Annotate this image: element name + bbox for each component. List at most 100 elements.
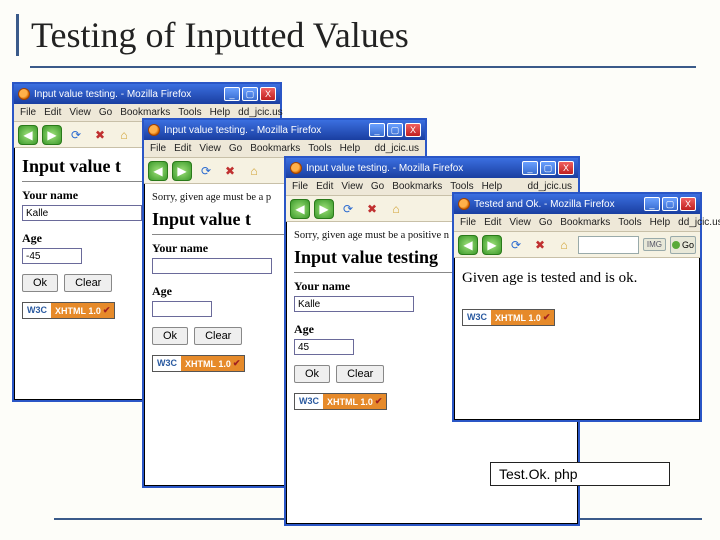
w3c-badge[interactable]: W3C XHTML 1.0 ✔: [22, 302, 115, 319]
ok-button[interactable]: Ok: [294, 365, 330, 383]
menu-bookmarks[interactable]: Bookmarks: [120, 107, 170, 118]
menu-bookmarks[interactable]: Bookmarks: [560, 217, 610, 228]
stop-button[interactable]: ✖: [362, 199, 382, 219]
menu-help[interactable]: Help: [210, 107, 231, 118]
go-button[interactable]: Go: [670, 236, 696, 254]
menu-edit[interactable]: Edit: [174, 143, 191, 154]
minimize-button[interactable]: _: [224, 87, 240, 101]
forward-button[interactable]: ▶: [314, 199, 334, 219]
w3c-badge-left: W3C: [463, 310, 491, 325]
menu-file[interactable]: File: [292, 181, 308, 192]
back-button[interactable]: ◀: [458, 235, 478, 255]
menu-view[interactable]: View: [341, 181, 363, 192]
ok-button[interactable]: Ok: [152, 327, 188, 345]
menu-help[interactable]: Help: [650, 217, 671, 228]
menu-go[interactable]: Go: [99, 107, 112, 118]
home-button[interactable]: ⌂: [554, 235, 574, 255]
stop-button[interactable]: ✖: [90, 125, 110, 145]
menu-go[interactable]: Go: [539, 217, 552, 228]
menu-file[interactable]: File: [20, 107, 36, 118]
window-title: Input value testing. - Mozilla Firefox: [34, 89, 191, 100]
ok-button[interactable]: Ok: [22, 274, 58, 292]
window-title: Input value testing. - Mozilla Firefox: [164, 125, 321, 136]
maximize-button[interactable]: ▢: [662, 197, 678, 211]
menu-file[interactable]: File: [460, 217, 476, 228]
img-pill[interactable]: IMG: [643, 238, 666, 251]
forward-button[interactable]: ▶: [482, 235, 502, 255]
w3c-badge[interactable]: W3C XHTML 1.0 ✔: [294, 393, 387, 410]
menu-edit[interactable]: Edit: [316, 181, 333, 192]
menu-tools[interactable]: Tools: [178, 107, 201, 118]
menu-go[interactable]: Go: [229, 143, 242, 154]
age-input[interactable]: [22, 248, 82, 264]
w3c-badge[interactable]: W3C XHTML 1.0 ✔: [462, 309, 555, 326]
maximize-button[interactable]: ▢: [540, 161, 556, 175]
back-button[interactable]: ◀: [18, 125, 38, 145]
maximize-button[interactable]: ▢: [242, 87, 258, 101]
window-buttons: _ ▢ X: [644, 197, 696, 211]
slide-caption: Test.Ok. php: [490, 462, 670, 486]
close-button[interactable]: X: [260, 87, 276, 101]
menu-go[interactable]: Go: [371, 181, 384, 192]
age-input[interactable]: [152, 301, 212, 317]
menu-tools[interactable]: Tools: [308, 143, 331, 154]
reload-button[interactable]: ⟳: [66, 125, 86, 145]
menu-help[interactable]: Help: [482, 181, 503, 192]
slide-title: Testing of Inputted Values: [31, 14, 700, 56]
menu-file[interactable]: File: [150, 143, 166, 154]
ok-message: Given age is tested and is ok.: [462, 270, 692, 287]
w3c-badge-left: W3C: [23, 303, 51, 318]
stop-button[interactable]: ✖: [530, 235, 550, 255]
home-button[interactable]: ⌂: [386, 199, 406, 219]
clear-button[interactable]: Clear: [194, 327, 242, 345]
menu-tools[interactable]: Tools: [618, 217, 641, 228]
minimize-button[interactable]: _: [522, 161, 538, 175]
minimize-button[interactable]: _: [644, 197, 660, 211]
menu-edit[interactable]: Edit: [44, 107, 61, 118]
menu-view[interactable]: View: [509, 217, 531, 228]
menu-url-hint: dd_jcic.us: [528, 181, 572, 192]
w3c-badge[interactable]: W3C XHTML 1.0 ✔: [152, 355, 245, 372]
titlebar[interactable]: Input value testing. - Mozilla Firefox _…: [286, 158, 578, 178]
back-button[interactable]: ◀: [148, 161, 168, 181]
menu-view[interactable]: View: [69, 107, 91, 118]
menubar[interactable]: File Edit View Go Bookmarks Tools Help d…: [454, 214, 700, 232]
age-input[interactable]: [294, 339, 354, 355]
menu-bookmarks[interactable]: Bookmarks: [250, 143, 300, 154]
url-bar[interactable]: [578, 236, 639, 254]
close-button[interactable]: X: [558, 161, 574, 175]
titlebar[interactable]: Input value testing. - Mozilla Firefox _…: [14, 84, 280, 104]
reload-button[interactable]: ⟳: [196, 161, 216, 181]
clear-button[interactable]: Clear: [64, 274, 112, 292]
firefox-icon: [458, 198, 470, 210]
menu-edit[interactable]: Edit: [484, 217, 501, 228]
forward-button[interactable]: ▶: [42, 125, 62, 145]
clear-button[interactable]: Clear: [336, 365, 384, 383]
check-icon: ✔: [543, 312, 551, 323]
home-button[interactable]: ⌂: [114, 125, 134, 145]
forward-button[interactable]: ▶: [172, 161, 192, 181]
menu-bookmarks[interactable]: Bookmarks: [392, 181, 442, 192]
home-button[interactable]: ⌂: [244, 161, 264, 181]
menu-tools[interactable]: Tools: [450, 181, 473, 192]
close-button[interactable]: X: [680, 197, 696, 211]
stop-button[interactable]: ✖: [220, 161, 240, 181]
titlebar[interactable]: Input value testing. - Mozilla Firefox _…: [144, 120, 425, 140]
titlebar[interactable]: Tested and Ok. - Mozilla Firefox _ ▢ X: [454, 194, 700, 214]
close-button[interactable]: X: [405, 123, 421, 137]
check-icon: ✔: [103, 305, 111, 316]
back-button[interactable]: ◀: [290, 199, 310, 219]
name-input[interactable]: [152, 258, 272, 274]
minimize-button[interactable]: _: [369, 123, 385, 137]
title-underline: [30, 66, 696, 68]
reload-button[interactable]: ⟳: [338, 199, 358, 219]
reload-button[interactable]: ⟳: [506, 235, 526, 255]
name-input[interactable]: [22, 205, 142, 221]
w3c-badge-right: XHTML 1.0 ✔: [323, 394, 386, 409]
name-input[interactable]: [294, 296, 414, 312]
window-buttons: _ ▢ X: [369, 123, 421, 137]
maximize-button[interactable]: ▢: [387, 123, 403, 137]
menu-help[interactable]: Help: [340, 143, 361, 154]
menu-view[interactable]: View: [199, 143, 221, 154]
firefox-icon: [290, 162, 302, 174]
